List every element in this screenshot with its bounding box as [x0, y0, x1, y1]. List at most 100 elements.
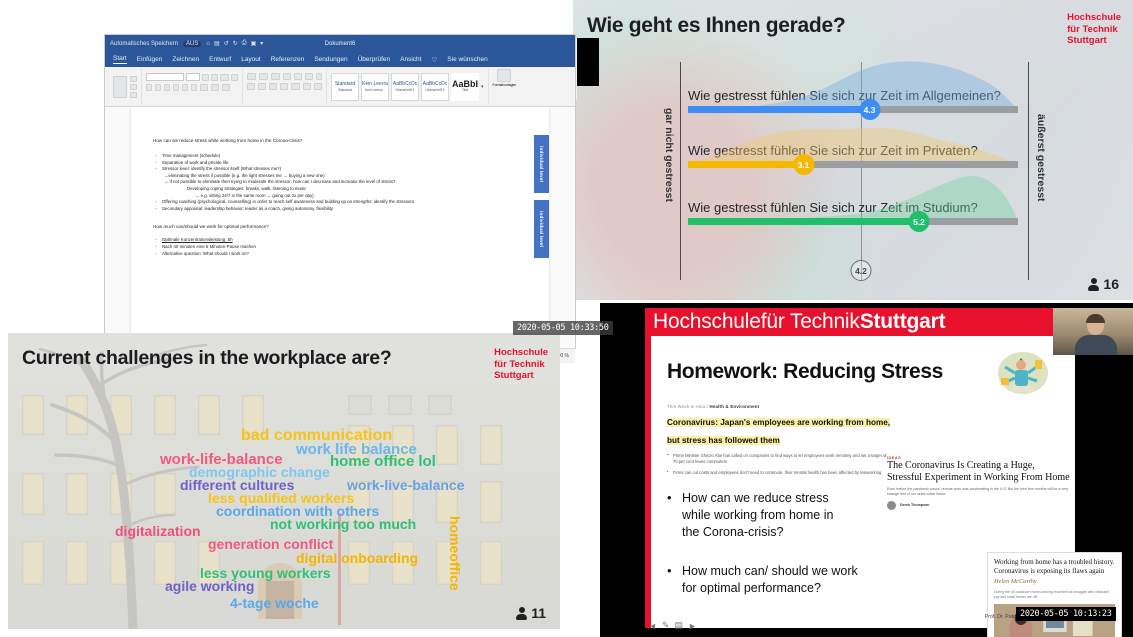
align-right-icon[interactable]	[269, 83, 277, 90]
hft-logo-wc-line2: für Technik	[494, 358, 545, 370]
slide-header-part2: für Technik	[760, 310, 860, 333]
side-tab-individual-level-1[interactable]: individual level	[534, 135, 549, 193]
overall-average-marker: 4.2	[850, 260, 872, 281]
tab-ueberpruefen[interactable]: Überprüfen	[358, 56, 391, 63]
sort-icon[interactable]	[305, 73, 313, 80]
ribbon-group-font[interactable]	[142, 69, 243, 104]
doc-sub-4: → e.g. sitting 24/7 in the same room → g…	[195, 192, 314, 198]
shading-icon[interactable]	[303, 83, 311, 90]
guardian-author: Helen McCarthy	[994, 578, 1037, 585]
side-tab-individual-level-2[interactable]: individual level	[534, 200, 549, 258]
wordcloud-word: homeoffice	[447, 516, 463, 591]
word-page-sheet[interactable]: How can we reduce stress while working f…	[131, 107, 549, 348]
style-name-3: Überschrift 2	[425, 88, 445, 92]
hft-logo-wordcloud: Hochschule für Technik Stuttgart	[494, 347, 548, 382]
news-clipping-guardian: Working from home has a troubled history…	[987, 552, 1122, 637]
poll-title: Wie geht es Ihnen gerade?	[587, 14, 846, 37]
font-size-input[interactable]	[186, 73, 200, 81]
styles-pane-icon[interactable]	[497, 69, 512, 82]
multilevel-list-icon[interactable]	[271, 73, 280, 80]
tab-start[interactable]: Start	[113, 55, 127, 64]
tab-zeichnen[interactable]: Zeichnen	[172, 56, 199, 63]
doc-bullet-1-1: Separation of work and private life	[153, 160, 511, 167]
tab-entwurf[interactable]: Entwurf	[209, 56, 231, 63]
word-document-page[interactable]: How can we reduce stress while working f…	[105, 107, 575, 348]
subscript-icon[interactable]	[182, 84, 188, 91]
poll-bar-value-3: 5.2	[908, 211, 930, 232]
word-window: Automatisches Speichern AUS ⌂ ▤ ↺ ↻ ⎙ ▣ …	[105, 35, 575, 363]
tab-referenzen[interactable]: Referenzen	[271, 56, 305, 63]
ribbon-group-paragraph[interactable]	[243, 69, 327, 104]
align-center-icon[interactable]	[258, 83, 266, 90]
doc-bullet-1-0: Time management (schedule)	[153, 153, 511, 160]
style-card-ueberschrift-1[interactable]: AaBbCcDc Überschrift 1	[391, 72, 419, 101]
poll-question-2: Wie gestresst fühlen Sie sich zur Zeit i…	[688, 143, 978, 158]
prev-slide-icon[interactable]: ◄	[648, 621, 657, 631]
doc-sub-2: → if not possible to eliminate then tryi…	[164, 179, 396, 185]
tab-sendungen[interactable]: Sendungen	[314, 56, 347, 63]
ribbon-group-styles[interactable]: Standard Standard Kein Leerra Kein Leerr…	[327, 69, 489, 104]
increase-indent-icon[interactable]	[294, 73, 302, 80]
news-headline: Coronavirus: Japan's employees are worki…	[667, 418, 891, 445]
timestamp-top: 2020-05-05 10:33:50	[513, 321, 613, 335]
participant-count-poll-value: 16	[1103, 276, 1119, 292]
show-marks-icon[interactable]	[316, 73, 322, 80]
style-card-kein-leerraum[interactable]: Kein Leerra Kein Leerra...	[361, 72, 389, 101]
tab-ansicht[interactable]: Ansicht	[400, 56, 421, 63]
next-slide-icon[interactable]: ►	[688, 621, 697, 631]
tell-me-label[interactable]: Sie wünschen	[447, 56, 487, 63]
paste-icon[interactable]	[113, 75, 127, 98]
poll-question-3: Wie gestresst fühlen Sie sich zur Zeit i…	[688, 200, 978, 215]
cut-icon[interactable]	[130, 75, 137, 82]
clear-format-icon[interactable]	[231, 73, 238, 81]
style-card-titel[interactable]: AaBbI Titel	[451, 72, 479, 101]
bullet-list-icon[interactable]	[247, 73, 256, 80]
word-ribbon-tabs[interactable]: Start Einfügen Zeichnen Entwurf Layout R…	[105, 52, 575, 67]
italic-icon[interactable]	[155, 84, 161, 91]
justify-icon[interactable]	[280, 83, 288, 90]
copy-icon[interactable]	[130, 83, 137, 90]
underline-icon[interactable]	[164, 84, 170, 91]
presentation-panel: Hochschule für Technik Stuttgart Homewor…	[600, 303, 1133, 637]
superscript-icon[interactable]	[191, 84, 197, 91]
doc-bullet-list-1b: Offering coaching (psychological, counse…	[153, 199, 511, 212]
change-case-icon[interactable]	[220, 73, 229, 81]
ribbon-group-styles-pane[interactable]: Formatvorlagen	[489, 69, 521, 104]
align-left-icon[interactable]	[247, 83, 255, 90]
doc-bullet-1-3: Offering coaching (psychological, counse…	[153, 199, 511, 206]
text-effects-icon[interactable]	[200, 84, 208, 91]
decrease-indent-icon[interactable]	[283, 73, 291, 80]
slide-bullet-1: How much can/ should we work for optimal…	[667, 562, 867, 597]
participant-count-wordcloud-value: 11	[531, 605, 546, 621]
numbered-list-icon[interactable]	[259, 73, 268, 80]
font-color-icon[interactable]	[222, 84, 230, 91]
borders-icon[interactable]	[314, 83, 322, 90]
presenter-webcam-tile[interactable]	[1053, 308, 1133, 355]
decrease-font-icon[interactable]	[211, 73, 218, 81]
bold-icon[interactable]	[146, 84, 152, 91]
tab-layout[interactable]: Layout	[241, 56, 261, 63]
style-name-2: Überschrift 1	[395, 88, 415, 92]
screen-root: Wie geht es Ihnen gerade? Hochschule für…	[0, 0, 1133, 637]
powerpoint-nav-controls[interactable]: ◄ ✎ ▤ ►	[648, 620, 697, 631]
pen-icon[interactable]: ✎	[662, 620, 670, 631]
increase-font-icon[interactable]	[202, 73, 209, 81]
doc-heading-1: How can we reduce stress while working f…	[153, 138, 303, 143]
doc-bullet-2-2: Alternative question: What should I work…	[153, 251, 511, 258]
style-card-ueberschrift-2[interactable]: AaBbCcDc Überschrift 2	[421, 72, 449, 101]
slide-view-icon[interactable]: ▤	[674, 620, 683, 631]
wordcloud-word: digitalization	[115, 523, 201, 539]
format-painter-icon[interactable]	[130, 91, 137, 98]
font-name-input[interactable]	[146, 73, 184, 81]
strikethrough-icon[interactable]	[173, 84, 179, 91]
chevron-down-icon[interactable]: ▾	[481, 84, 484, 90]
style-card-standard[interactable]: Standard Standard	[331, 72, 359, 101]
hft-logo-line1: Hochschule	[1067, 12, 1121, 23]
line-spacing-icon[interactable]	[291, 83, 300, 90]
ribbon-group-clipboard[interactable]	[109, 69, 142, 104]
poll-bar-fill-2	[688, 161, 804, 168]
tell-me-icon[interactable]: ♡	[431, 56, 437, 64]
tab-einfuegen[interactable]: Einfügen	[137, 56, 163, 63]
wordcloud-word: home office lol	[330, 453, 436, 470]
highlight-color-icon[interactable]	[211, 84, 219, 91]
